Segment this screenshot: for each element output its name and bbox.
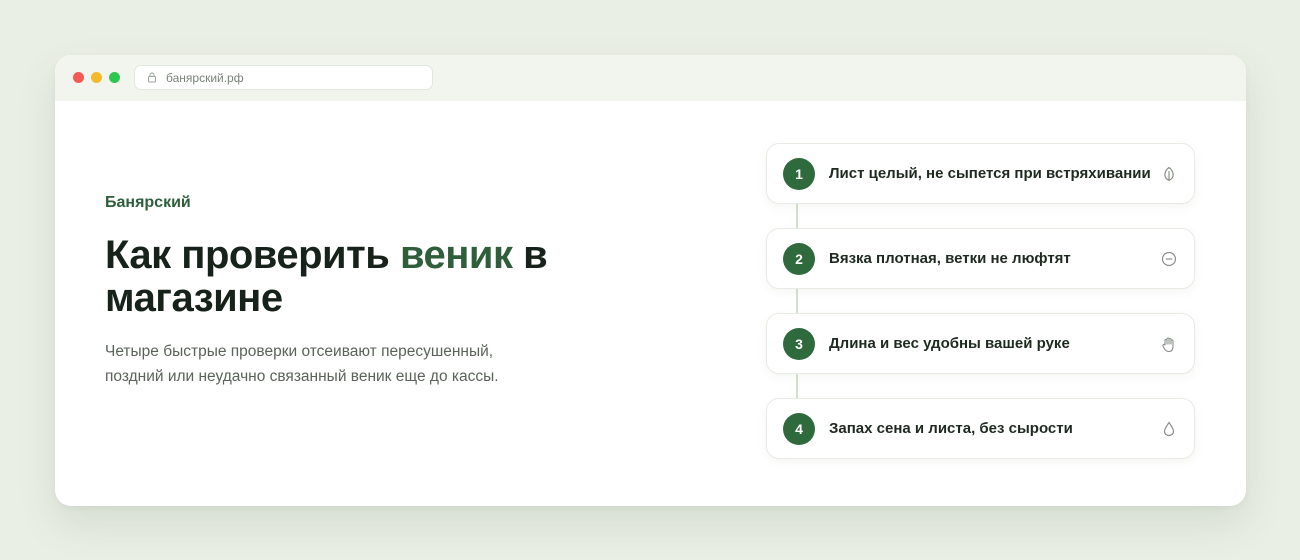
check-card-4: 4 Запах сена и листа, без сырости xyxy=(766,398,1195,459)
step-number: 1 xyxy=(783,158,815,190)
brand-label: Банярский xyxy=(105,194,191,211)
page-content: Банярский Как проверить веник в магазине… xyxy=(55,101,1246,506)
page-title: Как проверить веник в магазине xyxy=(105,234,605,320)
page-description: Четыре быстрые проверки отсеивают пересу… xyxy=(105,343,499,385)
step-number: 3 xyxy=(783,328,815,360)
title-accent: веник xyxy=(399,233,513,277)
minus-circle-icon xyxy=(1160,250,1178,268)
lock-icon xyxy=(147,72,159,84)
checklist: 1 Лист целый, не сыпется при встряхивани… xyxy=(766,143,1196,461)
check-card-2: 2 Вязка плотная, ветки не люфтят xyxy=(766,228,1195,289)
drop-icon xyxy=(1160,420,1178,438)
address-bar[interactable]: банярский.рф xyxy=(134,65,433,90)
step-number: 4 xyxy=(783,413,815,445)
hand-icon xyxy=(1160,335,1178,353)
minimize-window-button[interactable] xyxy=(91,72,102,83)
step-label: Лист целый, не сыпется при встряхивании xyxy=(829,165,1151,182)
maximize-window-button[interactable] xyxy=(109,72,120,83)
close-window-button[interactable] xyxy=(73,72,84,83)
check-card-1: 1 Лист целый, не сыпется при встряхивани… xyxy=(766,143,1195,204)
steps-connector-line xyxy=(796,183,798,433)
step-number: 2 xyxy=(783,243,815,275)
page-background: банярский.рф Банярский Как проверить вен… xyxy=(0,0,1300,560)
leaf-icon xyxy=(1160,165,1178,183)
check-card-3: 3 Длина и вес удобны вашей руке xyxy=(766,313,1195,374)
step-label: Запах сена и листа, без сырости xyxy=(829,420,1073,437)
browser-titlebar: банярский.рф xyxy=(55,55,1246,101)
title-text-before: Как проверить xyxy=(105,233,400,277)
step-label: Вязка плотная, ветки не люфтят xyxy=(829,250,1071,267)
url-text: банярский.рф xyxy=(166,70,244,85)
step-label: Длина и вес удобны вашей руке xyxy=(829,335,1070,352)
browser-window: банярский.рф Банярский Как проверить вен… xyxy=(55,55,1246,506)
